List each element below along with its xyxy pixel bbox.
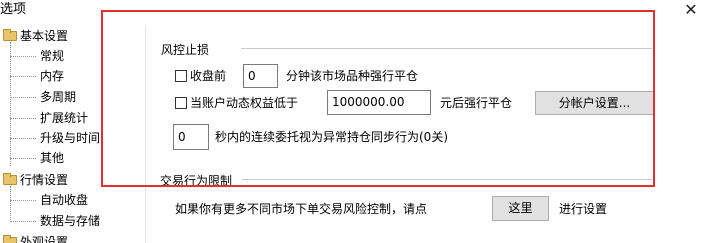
order-seconds-input[interactable]: 0 — [173, 124, 209, 150]
folder-icon — [3, 173, 17, 185]
group-divider — [242, 179, 652, 180]
folder-icon — [3, 29, 17, 41]
tree-item-upgrade-time[interactable]: 升级与时间 — [40, 128, 100, 148]
equity-label: 当账户动态权益低于 — [190, 96, 299, 110]
trading-after-text: 进行设置 — [559, 202, 608, 216]
close-before-label: 收盘前 — [190, 69, 227, 83]
equity-threshold-input[interactable]: 1000000.00 — [327, 90, 431, 115]
close-icon[interactable]: ✕ — [682, 0, 700, 20]
equity-checkbox[interactable] — [175, 97, 187, 109]
folder-icon — [3, 235, 17, 243]
sidebar-divider — [145, 26, 146, 243]
risk-group-title: 风控止损 — [161, 43, 210, 57]
tree-group-quote[interactable]: 行情设置 — [20, 170, 68, 190]
tree-item-auto-close[interactable]: 自动收盘 — [40, 190, 88, 210]
tree-connector — [10, 186, 11, 222]
close-before-minutes-input[interactable]: 0 — [243, 64, 278, 88]
tree-item-ext-stats[interactable]: 扩展统计 — [40, 108, 88, 128]
tree-connector — [10, 42, 11, 166]
tree-item-other[interactable]: 其他 — [40, 148, 64, 168]
window-title: 选项 — [0, 2, 27, 17]
here-button[interactable]: 这里 — [492, 196, 549, 221]
close-before-checkbox[interactable] — [175, 70, 187, 82]
order-seconds-suffix: 秒内的连续委托视为异常持仓同步行为(0关) — [215, 130, 448, 144]
tree-group-basic[interactable]: 基本设置 — [20, 26, 68, 46]
group-divider — [241, 48, 652, 49]
tree-item-general[interactable]: 常规 — [40, 46, 64, 66]
trading-group-title: 交易行为限制 — [160, 174, 233, 188]
tree-item-memory[interactable]: 内存 — [40, 66, 64, 86]
equity-suffix: 元后强行平仓 — [440, 96, 513, 110]
account-settings-button[interactable]: 分帐户设置... — [535, 91, 654, 115]
tree-item-multiperiod[interactable]: 多周期 — [40, 87, 76, 107]
close-before-suffix: 分钟该市场品种强行平仓 — [286, 69, 419, 83]
trading-hint-text: 如果你有更多不同市场下单交易风险控制，请点 — [175, 202, 428, 216]
tree-item-data-storage[interactable]: 数据与存储 — [40, 211, 100, 231]
tree-group-appearance[interactable]: 外观设置 — [20, 232, 68, 243]
settings-tree: 基本设置 常规 内存 多周期 扩展统计 升级与时间 其他 行情设置 自动收盘 数… — [0, 26, 146, 243]
